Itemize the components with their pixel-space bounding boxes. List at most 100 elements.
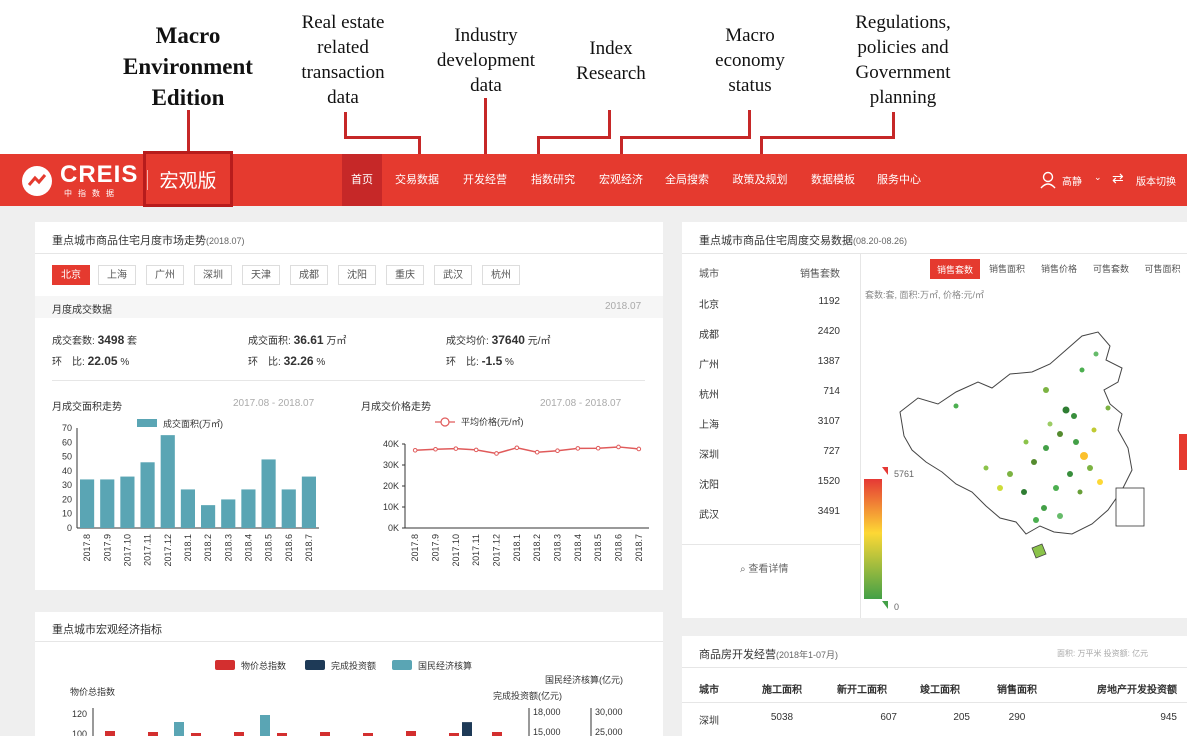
y-tick-label: 0 — [67, 523, 72, 533]
city-tab-tianjin[interactable]: 天津 — [242, 265, 280, 285]
view-detail-link[interactable]: ⌕ 查看详情 — [740, 560, 788, 575]
weekly-row-city: 北京 — [699, 300, 719, 311]
x-tick-label: 2018.7 — [634, 534, 644, 562]
side-float-tab[interactable] — [1179, 434, 1187, 470]
stat-units: 成交套数: 3498 套 — [52, 333, 138, 347]
map-color-legend — [864, 467, 888, 609]
map-tab-sales-units[interactable]: 销售套数 — [930, 259, 980, 279]
bar — [140, 462, 155, 528]
panel-title: 重点城市宏观经济指标 — [52, 624, 162, 636]
panel-title: 商品房开发经营(2018年1-07月) — [699, 649, 839, 661]
map-tab-available-units[interactable]: 可售套数 — [1086, 259, 1136, 279]
price-point — [616, 444, 621, 450]
weekly-row-value: 3107 — [817, 416, 840, 427]
y-tick-label: 30 — [62, 480, 72, 490]
bar — [120, 476, 135, 528]
nav-service-center[interactable]: 服务中心 — [868, 154, 930, 206]
divider — [682, 702, 1187, 703]
y-tick-label: 60 — [62, 437, 72, 447]
legend-label: 完成投资额 — [331, 660, 376, 671]
x-tick-label: 2018.5 — [593, 534, 603, 562]
development-panel: 商品房开发经营(2018年1-07月) 面积: 万平米 投资额: 亿元 城市 施… — [682, 636, 1187, 736]
units-note: 面积: 万平米 投资额: 亿元 — [1057, 649, 1149, 658]
nav-home[interactable]: 首页 — [342, 154, 382, 206]
weekly-row-city: 上海 — [699, 420, 719, 431]
weekly-row-city: 成都 — [699, 330, 719, 341]
nav-transaction-data[interactable]: 交易数据 — [386, 154, 448, 206]
map-tab-sales-price[interactable]: 销售价格 — [1034, 259, 1084, 279]
price-line — [415, 446, 639, 455]
city-tab-chengdu[interactable]: 成都 — [290, 265, 328, 285]
bar — [180, 489, 195, 528]
city-tab-hangzhou[interactable]: 杭州 — [482, 265, 520, 285]
price-point — [636, 446, 642, 452]
map-tab-sales-area[interactable]: 销售面积 — [982, 259, 1032, 279]
city-tab-shenyang[interactable]: 沈阳 — [338, 265, 376, 285]
leader-line-macro-h — [620, 136, 751, 139]
bar — [281, 489, 296, 528]
macro-bar — [320, 732, 330, 736]
leader-line-policy — [892, 112, 895, 138]
china-heat-map[interactable] — [860, 312, 1180, 612]
leader-line-development — [484, 98, 487, 154]
legend-min: 0 — [894, 602, 900, 612]
divider — [35, 253, 663, 254]
x-tick-label: 2018.2 — [203, 534, 213, 562]
price-point — [534, 449, 540, 455]
map-tab-available-area[interactable]: 可售面积 — [1138, 259, 1187, 279]
weekly-row-value: 1192 — [818, 296, 840, 307]
city-tab-chongqing[interactable]: 重庆 — [386, 265, 424, 285]
y2-axis-title: 完成投资额(亿元) — [493, 690, 562, 701]
nav-data-template[interactable]: 数据模板 — [802, 154, 864, 206]
weekly-row-value: 2420 — [817, 326, 840, 337]
nav-development[interactable]: 开发经营 — [454, 154, 516, 206]
nav-macro-economy[interactable]: 宏观经济 — [590, 154, 652, 206]
annotation-industry: Industry development data — [436, 25, 536, 96]
dev-cell-construction: 5038 — [770, 712, 794, 723]
dev-cell-new-start: 607 — [880, 712, 897, 723]
x-tick-label: 2017.9 — [431, 534, 441, 562]
city-tab-wuhan[interactable]: 武汉 — [434, 265, 472, 285]
bar — [241, 489, 256, 528]
x-tick-label: 2017.11 — [143, 534, 153, 566]
user-dropdown-chevron-icon[interactable]: ⌄ — [1094, 172, 1102, 183]
nav-global-search[interactable]: 全局搜索 — [656, 154, 718, 206]
section-date: 2018.07 — [605, 301, 642, 312]
macro-bar — [105, 731, 115, 736]
logo-icon — [22, 166, 52, 196]
macro-bar — [492, 732, 502, 736]
x-tick-label: 2018.3 — [223, 534, 233, 562]
x-tick-label: 2017.8 — [82, 534, 92, 562]
city-tab-guangzhou[interactable]: 广州 — [146, 265, 184, 285]
dev-cell-sales: 290 — [1008, 712, 1026, 723]
user-name[interactable]: 高静 — [1062, 173, 1082, 188]
user-icon[interactable] — [1040, 171, 1056, 194]
dev-cell-city: 深圳 — [699, 716, 719, 727]
legend-swatch — [392, 660, 412, 670]
dev-header-completed: 竣工面积 — [920, 685, 960, 696]
switch-arrows-icon[interactable]: ⇄ — [1112, 170, 1124, 187]
section-label: 月度成交数据 — [52, 305, 112, 316]
x-tick-label: 2018.6 — [614, 534, 624, 562]
nav-policy-planning[interactable]: 政策及规划 — [724, 154, 796, 206]
divider — [682, 667, 1187, 668]
section-header — [35, 296, 663, 318]
leader-line-transaction-v — [418, 136, 421, 154]
leader-line-policy-h — [760, 136, 895, 139]
city-ranking-table: 城市 销售套数 北京 1192 成都 2420 广州 1387 杭州 714 上海 3107 深圳 7… — [682, 254, 861, 618]
city-tab-beijing[interactable]: 北京 — [52, 265, 90, 285]
weekly-row-city: 沈阳 — [699, 480, 719, 491]
price-point — [453, 446, 459, 451]
version-switch[interactable]: 版本切换 — [1136, 173, 1176, 188]
weekly-row-city: 深圳 — [699, 450, 719, 461]
y-tick-label: 20K — [383, 481, 399, 491]
city-tab-shenzhen[interactable]: 深圳 — [194, 265, 232, 285]
leader-line-macro — [748, 110, 751, 138]
leader-line-index-v — [537, 136, 540, 154]
price-point — [412, 448, 418, 453]
panel-title: 重点城市商品住宅周度交易数据(08.20-08.26) — [699, 235, 908, 247]
divider — [52, 380, 645, 381]
city-tab-shanghai[interactable]: 上海 — [98, 265, 136, 285]
nav-index-research[interactable]: 指数研究 — [522, 154, 584, 206]
annotation-macro-economy: Macro economy status — [715, 25, 785, 96]
